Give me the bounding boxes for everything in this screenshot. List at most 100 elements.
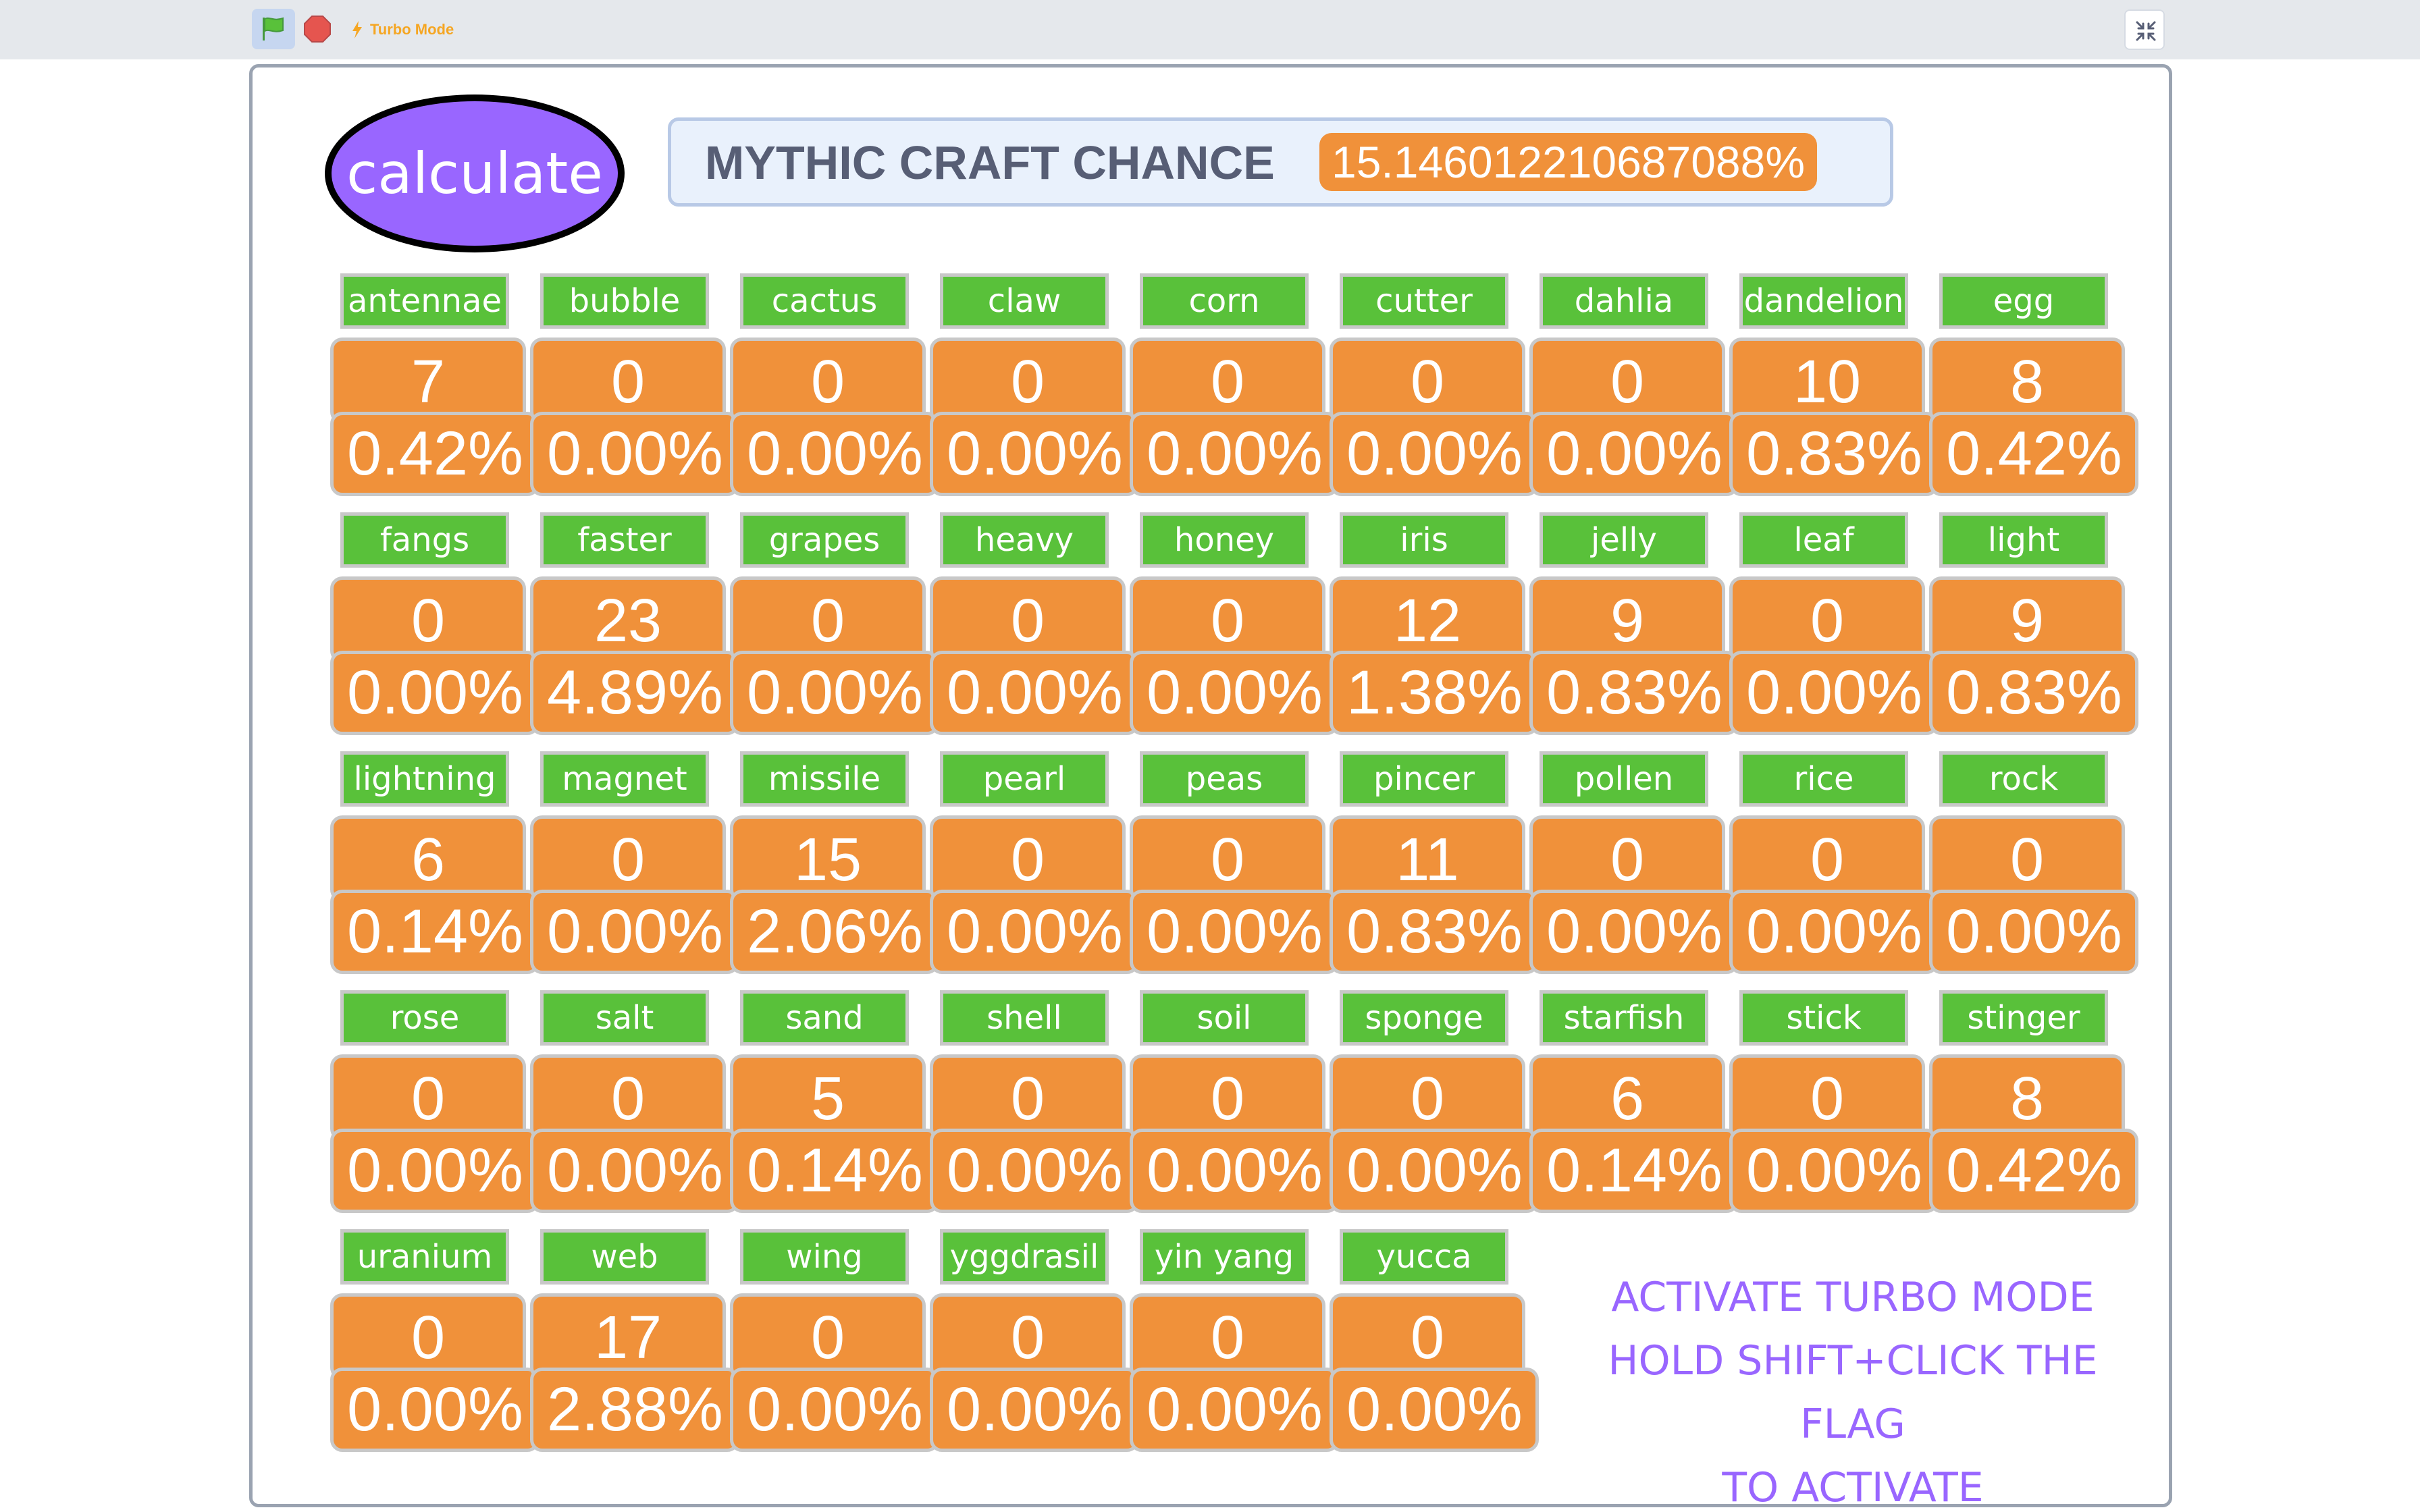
petal-count: 0 (930, 338, 1126, 424)
petal-count: 11 (1330, 815, 1525, 902)
petal-percent: 0.00% (1130, 651, 1339, 735)
petal-percent: 0.00% (1130, 412, 1339, 496)
petal-count: 0 (730, 1293, 926, 1380)
petal-percent: 0.00% (1729, 1129, 1939, 1213)
petal-percent: 0.14% (330, 890, 540, 974)
petal-name: uranium (340, 1229, 509, 1285)
petal-percent: 4.89% (530, 651, 739, 735)
petal-name: jelly (1540, 512, 1708, 568)
petal-name: heavy (940, 512, 1109, 568)
petal-cell: sand 5 0.14% (723, 990, 939, 1220)
petal-percent: 0.00% (330, 651, 540, 735)
petal-percent: 0.00% (1929, 890, 2138, 974)
petal-name: pollen (1540, 751, 1708, 807)
petal-cell: peas 0 0.00% (1123, 751, 1339, 981)
petal-cell: wing 0 0.00% (723, 1229, 939, 1459)
green-flag-button[interactable] (252, 9, 295, 49)
petal-count: 0 (930, 815, 1126, 902)
petal-count: 6 (1529, 1054, 1725, 1141)
petal-count: 17 (530, 1293, 726, 1380)
turbo-instructions-line: HOLD SHIFT+CLICK THE FLAG (1608, 1337, 2098, 1448)
petal-cell: grapes 0 0.00% (723, 512, 939, 742)
petal-cell: web 17 2.88% (523, 1229, 739, 1459)
petal-percent: 0.00% (930, 1129, 1139, 1213)
petal-name: lightning (340, 751, 509, 807)
petal-name: egg (1939, 273, 2108, 329)
petal-cell: honey 0 0.00% (1123, 512, 1339, 742)
petal-name: pearl (940, 751, 1109, 807)
petal-name: honey (1140, 512, 1309, 568)
stage: calculate MYTHIC CRAFT CHANCE 15.1460122… (249, 64, 2172, 1507)
petal-name: bubble (540, 273, 709, 329)
petal-name: pincer (1340, 751, 1508, 807)
petal-percent: 2.88% (530, 1368, 739, 1452)
petal-cell: lightning 6 0.14% (323, 751, 540, 981)
petal-cell: sponge 0 0.00% (1323, 990, 1539, 1220)
petal-percent: 0.00% (930, 651, 1139, 735)
stop-icon[interactable] (303, 15, 332, 43)
petal-name: peas (1140, 751, 1309, 807)
petal-percent: 1.38% (1330, 651, 1539, 735)
petal-cell: dahlia 0 0.00% (1523, 273, 1739, 503)
petal-count: 0 (1729, 576, 1925, 663)
petal-percent: 0.83% (1529, 651, 1739, 735)
turbo-instructions-line: TO ACTIVATE (1722, 1464, 1984, 1507)
petal-name: soil (1140, 990, 1309, 1046)
petal-name: rose (340, 990, 509, 1046)
petal-count: 0 (1729, 1054, 1925, 1141)
petal-percent: 0.83% (1929, 651, 2138, 735)
petal-percent: 0.00% (1330, 1368, 1539, 1452)
petal-percent: 0.00% (530, 412, 739, 496)
petal-name: salt (540, 990, 709, 1046)
petal-count: 9 (1529, 576, 1725, 663)
petal-name: corn (1140, 273, 1309, 329)
petal-cell: yin yang 0 0.00% (1123, 1229, 1339, 1459)
petal-cell: claw 0 0.00% (923, 273, 1139, 503)
petal-name: leaf (1739, 512, 1908, 568)
petal-percent: 0.00% (330, 1129, 540, 1213)
petal-cell: yucca 0 0.00% (1323, 1229, 1539, 1459)
petal-name: shell (940, 990, 1109, 1046)
petal-count: 0 (330, 1293, 526, 1380)
petal-percent: 0.00% (1529, 412, 1739, 496)
turbo-mode-label: Turbo Mode (370, 21, 454, 38)
petal-cell: rice 0 0.00% (1722, 751, 1939, 981)
turbo-mode-indicator: Turbo Mode (351, 16, 454, 43)
petal-percent: 0.00% (730, 1368, 939, 1452)
petal-name: claw (940, 273, 1109, 329)
calculate-button[interactable]: calculate (325, 94, 625, 252)
petal-cell: egg 8 0.42% (1922, 273, 2138, 503)
petal-count: 0 (730, 338, 926, 424)
mythic-chance-monitor: MYTHIC CRAFT CHANCE 15.146012210687088% (668, 117, 1893, 207)
petal-name: dahlia (1540, 273, 1708, 329)
petal-count: 0 (330, 1054, 526, 1141)
petal-name: cutter (1340, 273, 1508, 329)
petal-cell: uranium 0 0.00% (323, 1229, 540, 1459)
petal-count: 0 (930, 1293, 1126, 1380)
petal-count: 6 (330, 815, 526, 902)
petal-count: 7 (330, 338, 526, 424)
petal-name: rock (1939, 751, 2108, 807)
petal-count: 0 (1130, 576, 1325, 663)
petal-cell: light 9 0.83% (1922, 512, 2138, 742)
petal-count: 8 (1929, 1054, 2125, 1141)
petal-count: 5 (730, 1054, 926, 1141)
petal-count: 10 (1729, 338, 1925, 424)
petal-percent: 0.00% (1330, 412, 1539, 496)
turbo-instructions-line: ACTIVATE TURBO MODE (1611, 1274, 2095, 1321)
petal-cell: cactus 0 0.00% (723, 273, 939, 503)
petal-cell: heavy 0 0.00% (923, 512, 1139, 742)
petal-percent: 0.00% (730, 651, 939, 735)
petal-name: sand (740, 990, 909, 1046)
petal-percent: 0.00% (730, 412, 939, 496)
fullscreen-button[interactable] (2124, 9, 2165, 50)
mythic-chance-value: 15.146012210687088% (1319, 133, 1818, 191)
petal-count: 0 (530, 1054, 726, 1141)
petal-percent: 0.83% (1729, 412, 1939, 496)
petal-count: 0 (730, 576, 926, 663)
petal-percent: 0.00% (330, 1368, 540, 1452)
petal-count: 0 (330, 576, 526, 663)
petal-percent: 0.14% (1529, 1129, 1739, 1213)
green-flag-icon (263, 17, 284, 40)
petal-cell: salt 0 0.00% (523, 990, 739, 1220)
